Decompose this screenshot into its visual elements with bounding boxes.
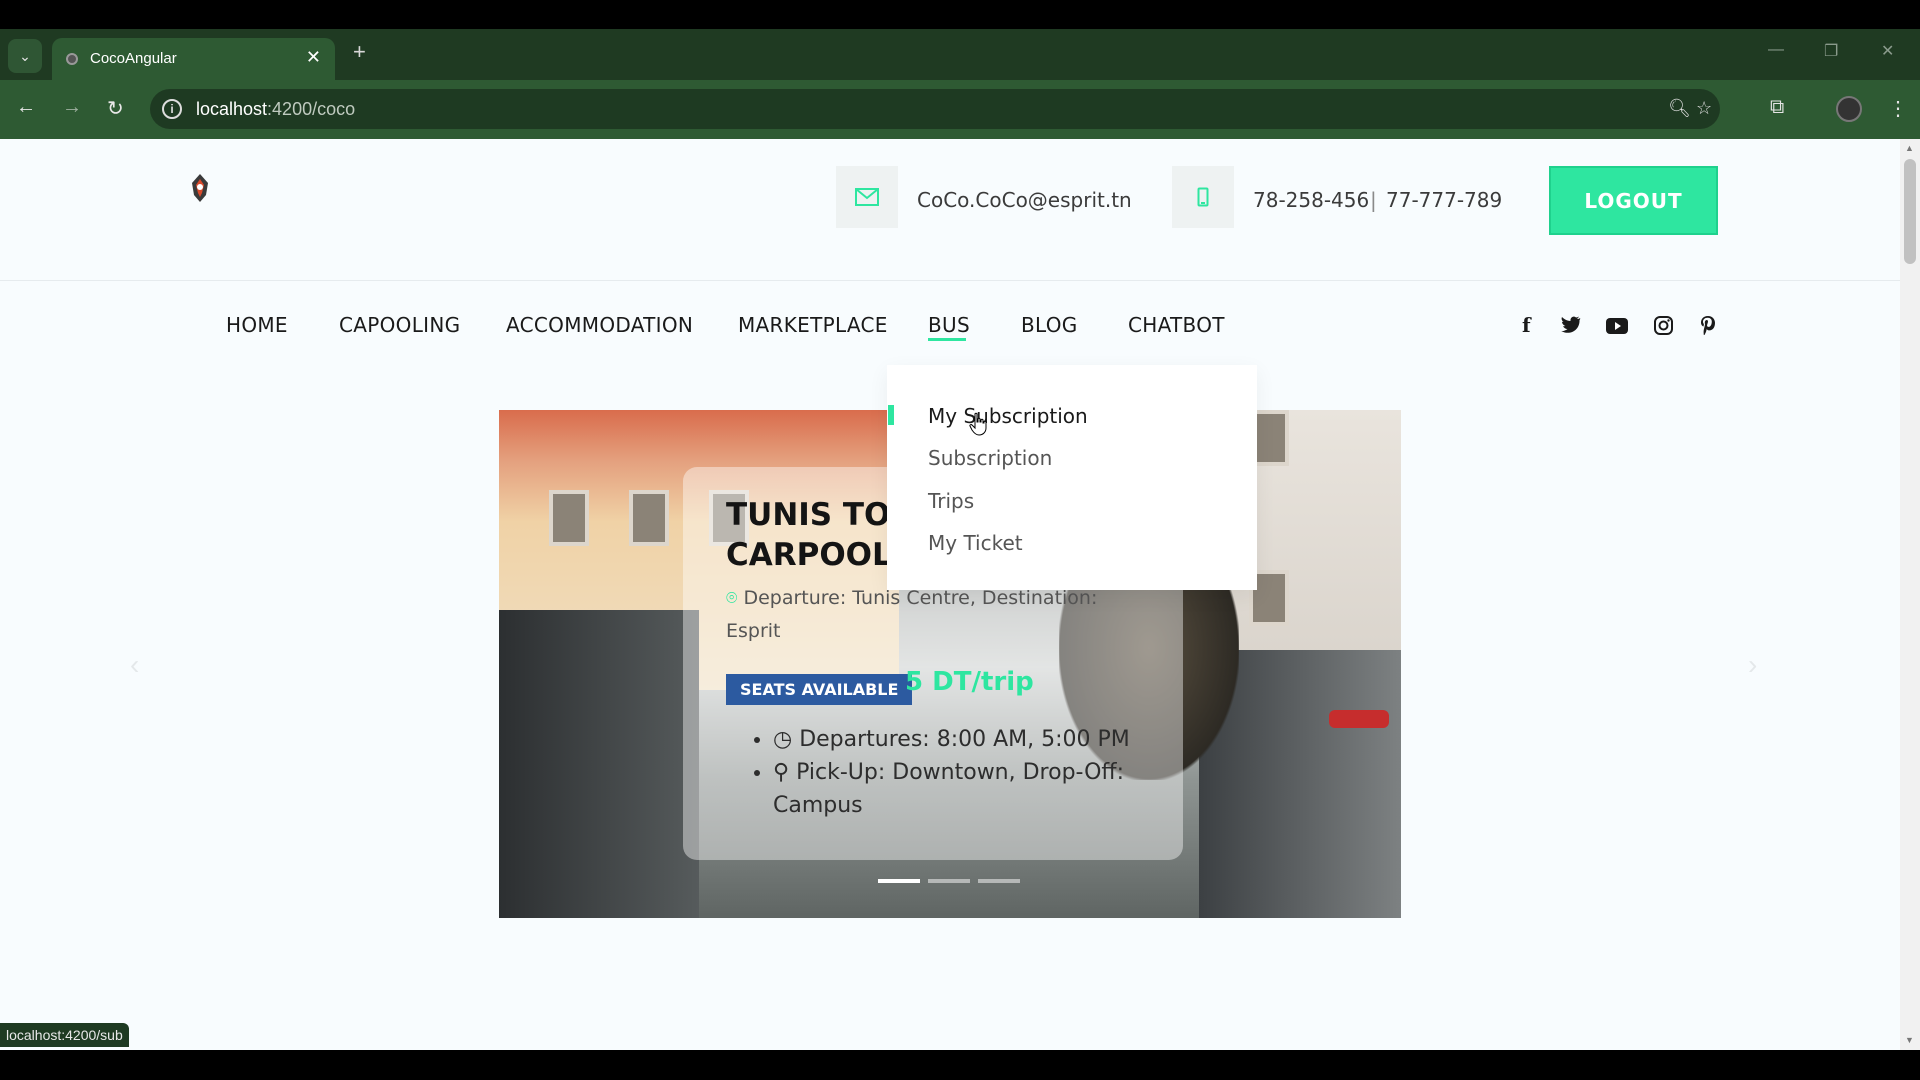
nav-bus[interactable]: BUS bbox=[928, 313, 970, 337]
logout-button[interactable]: LOGOUT bbox=[1549, 166, 1718, 235]
instagram-icon[interactable] bbox=[1654, 316, 1673, 335]
url-path: :4200/coco bbox=[267, 99, 356, 119]
bg-window bbox=[549, 490, 589, 546]
phone-icon-box bbox=[1172, 166, 1234, 228]
scroll-down-icon[interactable]: ▼ bbox=[1905, 1035, 1914, 1045]
site-info-icon[interactable]: i bbox=[162, 99, 182, 119]
new-tab-icon[interactable]: + bbox=[353, 39, 366, 65]
scroll-up-icon[interactable]: ▲ bbox=[1905, 143, 1914, 153]
bg-window bbox=[629, 490, 669, 546]
facebook-icon[interactable]: f bbox=[1522, 313, 1531, 337]
hand-cursor-icon bbox=[969, 412, 987, 436]
pickup-text: Pick-Up: Downtown, Drop-Off: Campus bbox=[773, 760, 1124, 818]
contact-phone-2: 77-777-789 bbox=[1386, 188, 1503, 212]
reload-icon[interactable]: ↻ bbox=[107, 96, 124, 121]
twitter-icon[interactable] bbox=[1561, 316, 1581, 333]
phone-icon bbox=[1197, 187, 1209, 207]
site-logo-icon[interactable] bbox=[188, 173, 212, 203]
carousel-prev-icon[interactable]: ‹ bbox=[130, 649, 139, 681]
tab-search-button[interactable]: ⌄ bbox=[8, 39, 42, 73]
carousel-indicator-3[interactable] bbox=[978, 879, 1020, 883]
tab-favicon-icon bbox=[66, 53, 78, 65]
bus-dropdown-menu: My Subscription Subscription Trips My Ti… bbox=[887, 365, 1257, 590]
nav-home[interactable]: HOME bbox=[226, 313, 288, 337]
nav-marketplace[interactable]: MARKETPLACE bbox=[738, 313, 888, 337]
carousel-indicator-2[interactable] bbox=[928, 879, 970, 883]
pinterest-icon[interactable] bbox=[1700, 315, 1716, 336]
page-scrollbar[interactable]: ▲ ▼ bbox=[1900, 139, 1920, 1050]
slide-route-text: Departure: Tunis Centre, Destination: Es… bbox=[726, 587, 1098, 642]
browser-tabbar: ⌄ CocoAngular ✕ + — ❐ ✕ bbox=[0, 29, 1920, 80]
screen: ⌄ CocoAngular ✕ + — ❐ ✕ ← → ↻ i localhos… bbox=[0, 0, 1920, 1080]
browser-toolbar: ← → ↻ i localhost:4200/coco 🔍︎ ☆ ⧉ ⋮ bbox=[0, 80, 1920, 139]
nav-accommodation[interactable]: ACCOMMODATION bbox=[506, 313, 693, 337]
slide-route: ⌾ Departure: Tunis Centre, Destination: … bbox=[726, 582, 1126, 648]
status-bar-url: localhost:4200/sub bbox=[0, 1023, 129, 1047]
browser-menu-icon[interactable]: ⋮ bbox=[1888, 96, 1908, 121]
departures-text: Departures: 8:00 AM, 5:00 PM bbox=[799, 727, 1130, 752]
nav-active-underline bbox=[928, 338, 966, 341]
tab-close-icon[interactable]: ✕ bbox=[306, 47, 321, 68]
address-bar[interactable]: i localhost:4200/coco 🔍︎ ☆ bbox=[150, 89, 1720, 129]
slide-details-list: ◷ Departures: 8:00 AM, 5:00 PM ⚲ Pick-Up… bbox=[743, 723, 1143, 822]
email-icon bbox=[855, 188, 879, 206]
tab-title: CocoAngular bbox=[90, 50, 177, 67]
dropdown-item-subscription[interactable]: Subscription bbox=[928, 446, 1052, 470]
map-marker-icon: ⚲ bbox=[773, 760, 790, 785]
back-icon[interactable]: ← bbox=[16, 96, 36, 119]
minimize-icon[interactable]: — bbox=[1768, 41, 1784, 59]
profile-avatar[interactable] bbox=[1836, 96, 1862, 122]
list-item: ⚲ Pick-Up: Downtown, Drop-Off: Campus bbox=[773, 756, 1143, 822]
carousel-next-icon[interactable]: › bbox=[1748, 649, 1757, 681]
youtube-icon[interactable] bbox=[1606, 318, 1628, 334]
location-pin-icon: ⌾ bbox=[726, 587, 738, 609]
nav-capooling[interactable]: CAPOOLING bbox=[339, 313, 460, 337]
header-divider bbox=[0, 280, 1900, 281]
seats-badge: SEATS AVAILABLE bbox=[726, 674, 913, 705]
nav-blog[interactable]: BLOG bbox=[1021, 313, 1078, 337]
slide-price: 5 DT/trip bbox=[905, 667, 1034, 697]
nav-chatbot[interactable]: CHATBOT bbox=[1128, 313, 1225, 337]
contact-email[interactable]: CoCo.CoCo@esprit.tn bbox=[917, 188, 1132, 212]
dropdown-item-my-subscription[interactable]: My Subscription bbox=[928, 404, 1088, 428]
carousel-indicator-1[interactable] bbox=[878, 879, 920, 883]
contact-phone-1: 78-258-456 bbox=[1253, 188, 1370, 212]
forward-icon[interactable]: → bbox=[62, 96, 82, 119]
list-item: ◷ Departures: 8:00 AM, 5:00 PM bbox=[773, 723, 1143, 756]
extensions-icon[interactable]: ⧉ bbox=[1770, 96, 1784, 119]
close-window-icon[interactable]: ✕ bbox=[1881, 41, 1894, 61]
url-text: localhost:4200/coco bbox=[196, 99, 355, 120]
page-viewport: CoCo.CoCo@esprit.tn 78-258-456 | 77-777-… bbox=[0, 139, 1900, 1050]
dropdown-item-my-ticket[interactable]: My Ticket bbox=[928, 531, 1023, 555]
browser-tab[interactable]: CocoAngular ✕ bbox=[52, 38, 335, 80]
scrollbar-thumb[interactable] bbox=[1904, 159, 1916, 264]
slide-bg-car-interior bbox=[499, 610, 699, 918]
restore-icon[interactable]: ❐ bbox=[1824, 41, 1838, 61]
email-icon-box bbox=[836, 166, 898, 228]
slide-bg-taillight bbox=[1329, 710, 1389, 728]
phone-separator: | bbox=[1370, 188, 1377, 212]
dropdown-hover-indicator bbox=[888, 405, 894, 425]
bookmark-star-icon[interactable]: ☆ bbox=[1696, 98, 1712, 119]
url-host: localhost bbox=[196, 99, 268, 119]
zoom-icon[interactable]: 🔍︎ bbox=[1668, 98, 1691, 119]
clock-icon: ◷ bbox=[773, 727, 793, 752]
dropdown-item-trips[interactable]: Trips bbox=[928, 489, 974, 513]
